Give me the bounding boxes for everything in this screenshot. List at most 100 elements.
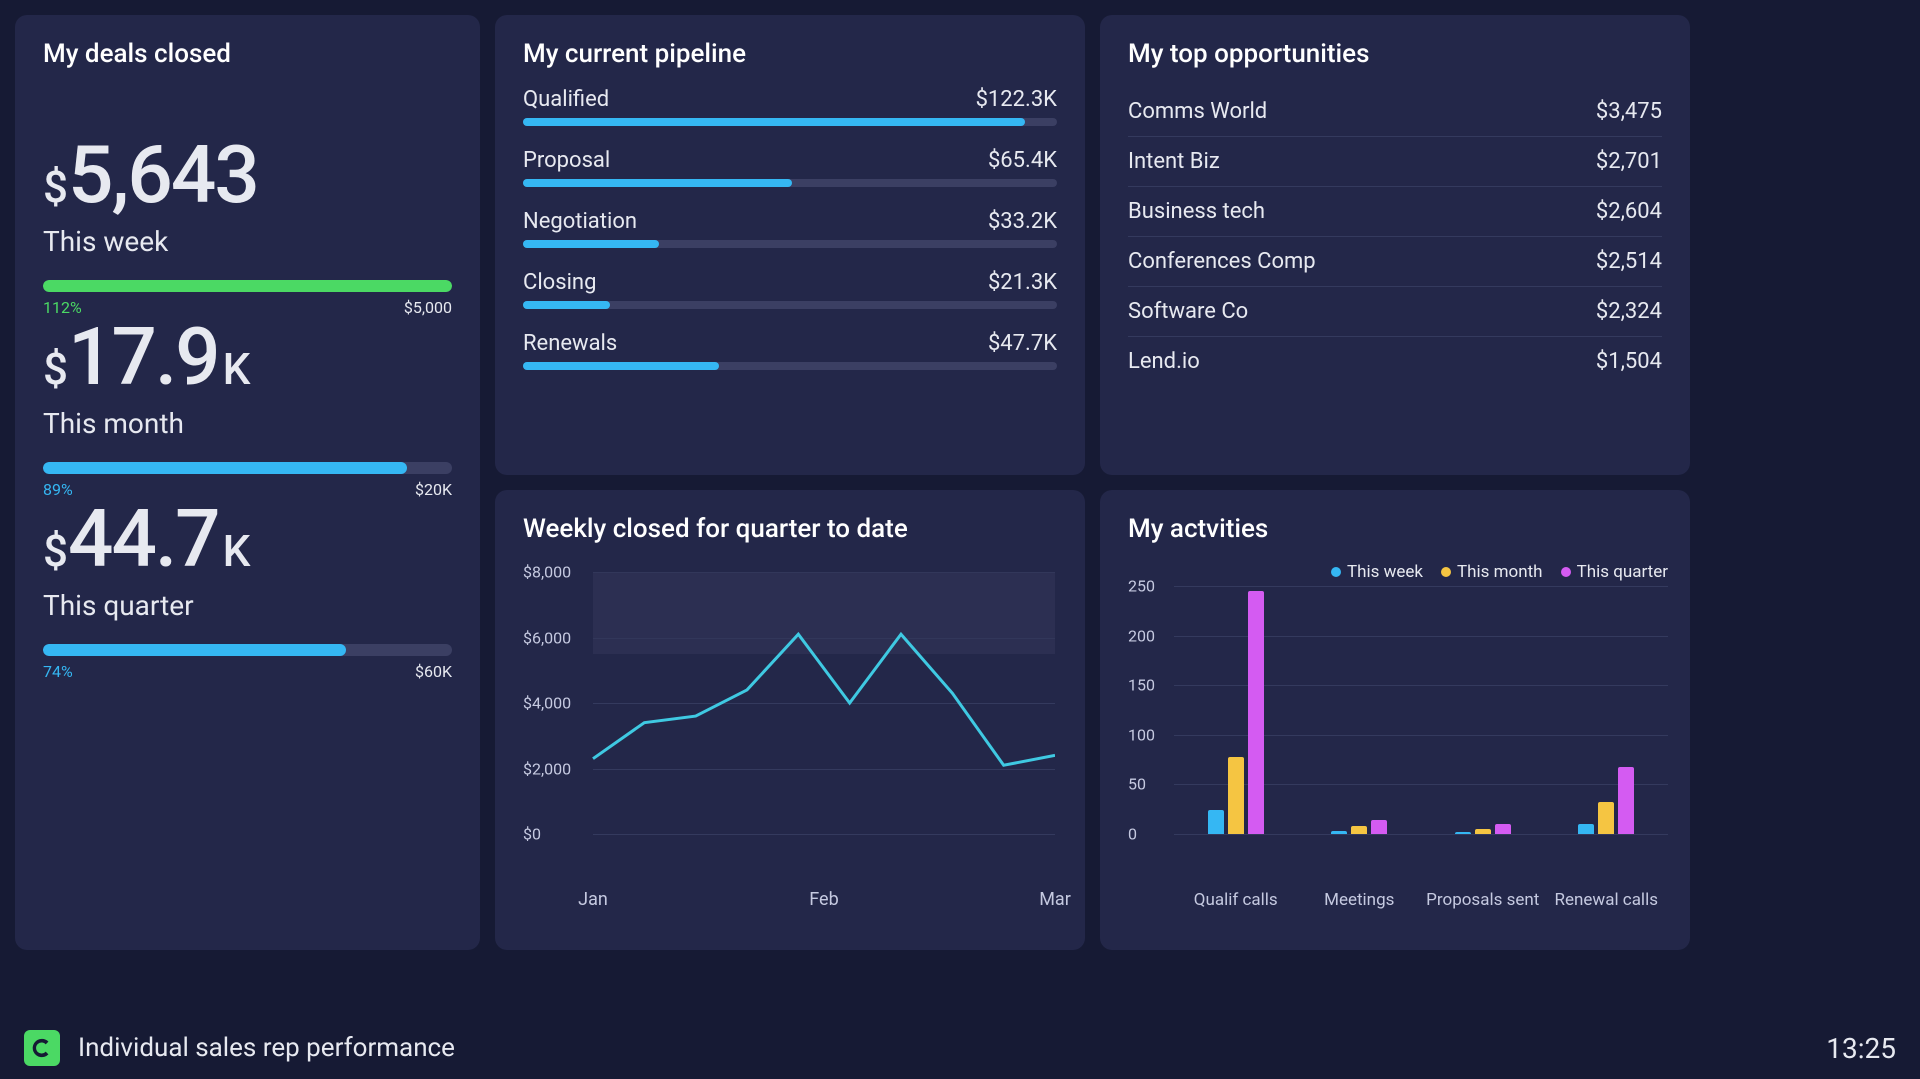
deal-metric: $5,643This week112%$5,000 xyxy=(43,135,452,317)
chart-y-tick: 50 xyxy=(1128,775,1146,794)
metric-value: 5,643 xyxy=(68,135,258,215)
footer-time: 13:25 xyxy=(1826,1032,1896,1065)
metric-suffix: K xyxy=(223,525,251,577)
chart-gridline xyxy=(1174,586,1668,587)
metric-value: 44.7 xyxy=(68,499,219,579)
chart-bar xyxy=(1455,832,1471,834)
pipeline-stage-value: $33.2K xyxy=(988,209,1057,234)
chart-bar xyxy=(1578,824,1594,834)
chart-bar xyxy=(1371,820,1387,834)
pipeline-bar xyxy=(523,240,1057,248)
opportunity-row: Intent Biz$2,701 xyxy=(1128,137,1662,187)
pipeline-stage-value: $21.3K xyxy=(988,270,1057,295)
opportunity-name: Lend.io xyxy=(1128,349,1200,374)
metric-target: $60K xyxy=(415,662,452,681)
chart-bar xyxy=(1208,810,1224,834)
activities-chart: This week This month This quarter 0 50 100 150… xyxy=(1128,562,1668,882)
pipeline-stage-label: Renewals xyxy=(523,331,617,356)
metric-target: $20K xyxy=(415,480,452,499)
pipeline-stage: Proposal$65.4K xyxy=(523,148,1057,187)
metric-period: This week xyxy=(43,225,452,258)
pipeline-bar xyxy=(523,362,1057,370)
deal-metric: $44.7K This quarter 74% $60K xyxy=(43,499,452,681)
activities-card: My actvities This week This month This qua… xyxy=(1100,490,1690,950)
currency-symbol: $ xyxy=(43,161,68,213)
chart-x-tick: Renewal calls xyxy=(1555,890,1658,910)
opportunity-row: Conferences Comp $2,514 xyxy=(1128,237,1662,287)
opportunity-value: $1,504 xyxy=(1596,349,1662,374)
opportunity-value: $3,475 xyxy=(1596,99,1662,124)
opportunity-name: Business tech xyxy=(1128,199,1265,224)
line-chart-svg xyxy=(523,562,1055,882)
chart-legend: This week This month This quarter xyxy=(1331,562,1668,582)
chart-y-tick: 250 xyxy=(1128,577,1155,596)
pipeline-title: My current pipeline xyxy=(523,39,1057,69)
pipeline-bar xyxy=(523,118,1057,126)
chart-bar xyxy=(1495,824,1511,834)
opportunity-row: Software Co $2,324 xyxy=(1128,287,1662,337)
pipeline-stage: Closing $21.3K xyxy=(523,270,1057,309)
pipeline-stage: Renewals $47.7K xyxy=(523,331,1057,370)
chart-bar xyxy=(1598,802,1614,834)
chart-y-tick: 0 xyxy=(1128,825,1137,844)
deal-metric: $17.9KThis month89%$20K xyxy=(43,317,452,499)
chart-x-tick: Proposals sent xyxy=(1426,890,1539,910)
pipeline-stage-label: Proposal xyxy=(523,148,610,173)
chart-bar xyxy=(1228,757,1244,834)
legend-item: This week xyxy=(1331,562,1423,582)
pipeline-stage: Negotiation $33.2K xyxy=(523,209,1057,248)
chart-x-tick: Jan xyxy=(578,889,608,910)
pipeline-card: My current pipeline Qualified $122.3K Prop… xyxy=(495,15,1085,475)
opportunity-value: $2,324 xyxy=(1596,299,1662,324)
opportunity-name: Conferences Comp xyxy=(1128,249,1316,274)
deals-closed-card: My deals closed $5,643This week112%$5,00… xyxy=(15,15,480,950)
logo-icon xyxy=(24,1030,60,1066)
metric-pct: 74% xyxy=(43,662,73,681)
metric-period: This quarter xyxy=(43,589,452,622)
legend-item: This quarter xyxy=(1561,562,1668,582)
legend-item: This month xyxy=(1441,562,1543,582)
progress-bar xyxy=(43,644,452,656)
pipeline-stage-label: Closing xyxy=(523,270,596,295)
opportunity-row: Lend.io $1,504 xyxy=(1128,337,1662,386)
opportunity-value: $2,701 xyxy=(1596,149,1662,174)
opportunity-row: Comms World $3,475 xyxy=(1128,87,1662,137)
weekly-closed-title: Weekly closed for quarter to date xyxy=(523,514,1057,544)
chart-y-tick: 100 xyxy=(1128,725,1155,744)
opportunities-title: My top opportunities xyxy=(1128,39,1662,69)
progress-bar xyxy=(43,462,452,474)
chart-x-tick: Feb xyxy=(809,889,838,910)
chart-y-tick: 150 xyxy=(1128,676,1155,695)
currency-symbol: $ xyxy=(43,525,68,577)
chart-bar xyxy=(1351,826,1367,834)
chart-bar xyxy=(1475,829,1491,834)
chart-bar xyxy=(1248,591,1264,834)
weekly-closed-chart: $0$2,000$4,000$6,000$8,000JanFebMar xyxy=(523,562,1055,882)
weekly-closed-card: Weekly closed for quarter to date $0$2,0… xyxy=(495,490,1085,950)
deals-title: My deals closed xyxy=(43,39,452,69)
metric-target: $5,000 xyxy=(404,298,452,317)
chart-bar xyxy=(1618,767,1634,834)
footer-bar: Individual sales rep performance 13:25 xyxy=(0,1017,1920,1079)
pipeline-bar xyxy=(523,179,1057,187)
opportunity-name: Comms World xyxy=(1128,99,1267,124)
pipeline-stage-label: Qualified xyxy=(523,87,609,112)
footer-label: Individual sales rep performance xyxy=(78,1033,455,1063)
progress-bar xyxy=(43,280,452,292)
pipeline-stage-value: $47.7K xyxy=(988,331,1057,356)
pipeline-stage-value: $122.3K xyxy=(976,87,1057,112)
chart-x-tick: Qualif calls xyxy=(1194,890,1278,910)
opportunity-row: Business tech$2,604 xyxy=(1128,187,1662,237)
opportunities-card: My top opportunities Comms World $3,475 In… xyxy=(1100,15,1690,475)
metric-suffix: K xyxy=(223,343,251,395)
opportunity-name: Software Co xyxy=(1128,299,1248,324)
pipeline-stage: Qualified $122.3K xyxy=(523,87,1057,126)
pipeline-stage-label: Negotiation xyxy=(523,209,637,234)
pipeline-bar xyxy=(523,301,1057,309)
activities-title: My actvities xyxy=(1128,514,1662,544)
chart-bar xyxy=(1331,831,1347,834)
chart-x-tick: Meetings xyxy=(1324,890,1394,910)
opportunity-value: $2,514 xyxy=(1596,249,1662,274)
chart-x-tick: Mar xyxy=(1039,889,1071,910)
chart-y-tick: 200 xyxy=(1128,626,1155,645)
